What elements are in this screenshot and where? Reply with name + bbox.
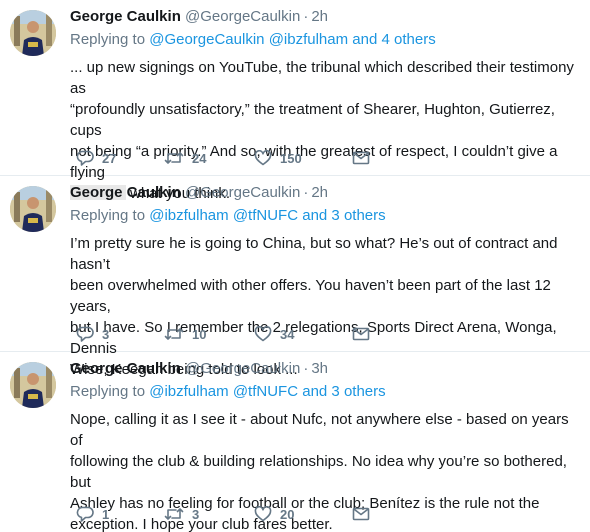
avatar-photo-icon — [10, 186, 56, 232]
mention-link[interactable]: @GeorgeCaulkin — [149, 31, 264, 48]
like-count: 150 — [280, 150, 302, 166]
direct-message-button[interactable] — [352, 151, 378, 165]
avatar[interactable] — [10, 10, 56, 56]
reply-button[interactable]: 27 — [76, 150, 136, 166]
tweet-header: George Caulkin @GeorgeCaulkin · 2h — [70, 183, 576, 203]
reply-count: 27 — [102, 150, 117, 166]
retweet-icon — [164, 152, 184, 164]
separator-dot: · — [303, 360, 309, 377]
reply-count: 3 — [102, 326, 110, 342]
like-count: 20 — [280, 506, 295, 522]
avatar[interactable] — [10, 362, 56, 408]
author-name[interactable]: George Caulkin — [70, 184, 181, 201]
retweet-button[interactable]: 3 — [164, 507, 226, 522]
replying-to-label: Replying to — [70, 383, 146, 400]
tweet[interactable]: George Caulkin @GeorgeCaulkin · 2h Replyin… — [0, 0, 590, 202]
retweet-icon — [164, 328, 184, 340]
tweet-timestamp[interactable]: 2h — [311, 8, 328, 25]
retweet-count: 10 — [192, 326, 207, 342]
author-name[interactable]: George Caulkin — [70, 8, 181, 25]
retweet-button[interactable]: 10 — [164, 327, 226, 342]
replying-to: Replying to @ibzfulham @tfNUFC and 3 oth… — [70, 206, 576, 226]
reply-icon — [76, 326, 94, 342]
like-button[interactable]: 20 — [254, 506, 324, 522]
tweet[interactable]: George Caulkin @GeorgeCaulkin · 3h Replyin… — [0, 352, 590, 532]
like-button[interactable]: 34 — [254, 326, 324, 342]
tweet-actions: 27 24 150 — [76, 148, 406, 168]
retweet-icon — [164, 508, 184, 520]
avatar-photo-icon — [10, 362, 56, 408]
retweet-count: 3 — [192, 506, 200, 522]
reply-icon — [76, 150, 94, 166]
direct-message-icon — [352, 151, 370, 165]
author-handle[interactable]: @GeorgeCaulkin — [185, 360, 300, 377]
retweet-button[interactable]: 24 — [164, 151, 226, 166]
like-heart-icon — [254, 150, 272, 166]
others-link[interactable]: and 3 others — [302, 207, 385, 224]
tweet-header: George Caulkin @GeorgeCaulkin · 2h — [70, 7, 576, 27]
like-count: 34 — [280, 326, 295, 342]
tweet-timestamp[interactable]: 3h — [311, 360, 328, 377]
direct-message-button[interactable] — [352, 507, 378, 521]
tweet[interactable]: George Caulkin @GeorgeCaulkin · 2h Replyin… — [0, 176, 590, 378]
tweet-timestamp[interactable]: 2h — [311, 184, 328, 201]
separator-dot: · — [303, 184, 309, 201]
tweet-actions: 1 3 20 — [76, 504, 406, 524]
mention-link[interactable]: @ibzfulham — [149, 383, 228, 400]
like-button[interactable]: 150 — [254, 150, 324, 166]
mention-link[interactable]: @ibzfulham — [269, 31, 348, 48]
replying-to-label: Replying to — [70, 31, 146, 48]
replying-to: Replying to @GeorgeCaulkin @ibzfulham an… — [70, 30, 576, 50]
reply-button[interactable]: 3 — [76, 326, 136, 342]
author-handle[interactable]: @GeorgeCaulkin — [185, 8, 300, 25]
avatar-photo-icon — [10, 10, 56, 56]
reply-button[interactable]: 1 — [76, 506, 136, 522]
others-link[interactable]: and 4 others — [352, 31, 435, 48]
direct-message-icon — [352, 327, 370, 341]
tweet-header: George Caulkin @GeorgeCaulkin · 3h — [70, 359, 576, 379]
mention-link[interactable]: @tfNUFC — [233, 207, 298, 224]
like-heart-icon — [254, 506, 272, 522]
tweet-actions: 3 10 34 — [76, 324, 406, 344]
direct-message-button[interactable] — [352, 327, 378, 341]
direct-message-icon — [352, 507, 370, 521]
others-link[interactable]: and 3 others — [302, 383, 385, 400]
separator-dot: · — [303, 8, 309, 25]
like-heart-icon — [254, 326, 272, 342]
reply-icon — [76, 506, 94, 522]
retweet-count: 24 — [192, 150, 207, 166]
author-handle[interactable]: @GeorgeCaulkin — [185, 184, 300, 201]
replying-to: Replying to @ibzfulham @tfNUFC and 3 oth… — [70, 382, 576, 402]
mention-link[interactable]: @ibzfulham — [149, 207, 228, 224]
avatar[interactable] — [10, 186, 56, 232]
tweet-thread: George Caulkin @GeorgeCaulkin · 2h Replyin… — [0, 0, 590, 532]
mention-link[interactable]: @tfNUFC — [233, 383, 298, 400]
replying-to-label: Replying to — [70, 207, 146, 224]
reply-count: 1 — [102, 506, 110, 522]
author-name[interactable]: George Caulkin — [70, 360, 181, 377]
